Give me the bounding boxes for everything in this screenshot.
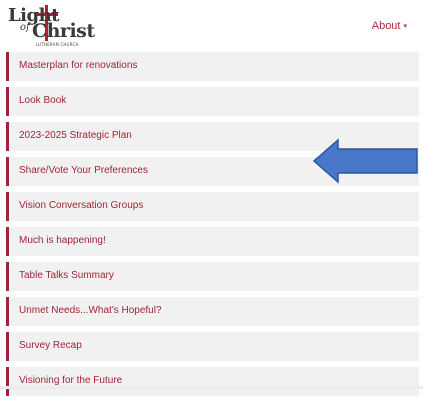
menu-item-label: Much is happening! [19, 235, 106, 246]
menu-item-visioning-future[interactable]: Visioning for the Future [6, 367, 419, 396]
menu-item-label: Look Book [19, 95, 67, 106]
site-header: Light of Christ LUTHERAN CHURCH About ▾ [0, 0, 423, 52]
about-dropdown[interactable]: About ▾ [372, 20, 407, 32]
menu-item-label: Unmet Needs...What's Hopeful? [19, 305, 162, 316]
menu-item-table-talks[interactable]: Table Talks Summary [6, 262, 419, 291]
menu-item-vision-groups[interactable]: Vision Conversation Groups [6, 192, 419, 221]
page-menu-list: Masterplan for renovations Look Book 202… [0, 52, 423, 402]
left-arrow-shape [313, 138, 418, 184]
menu-item-masterplan[interactable]: Masterplan for renovations [6, 52, 419, 81]
menu-item-look-book[interactable]: Look Book [6, 87, 419, 116]
about-label: About [371, 20, 401, 32]
menu-item-label: Table Talks Summary [19, 270, 114, 281]
menu-item-unmet-needs[interactable]: Unmet Needs...What's Hopeful? [6, 297, 419, 326]
church-logo[interactable]: Light of Christ LUTHERAN CHURCH [6, 4, 95, 48]
menu-item-label: Survey Recap [19, 340, 82, 351]
caret-down-icon: ▾ [403, 23, 407, 30]
logo-word-christ: Christ [32, 20, 95, 42]
left-arrow-icon [313, 138, 418, 184]
menu-item-label: 2023-2025 Strategic Plan [19, 130, 132, 141]
menu-item-label: Visioning for the Future [19, 375, 123, 386]
logo-subtitle: LUTHERAN CHURCH [36, 42, 79, 47]
logo-word-of: of [20, 22, 30, 33]
menu-item-much-happening[interactable]: Much is happening! [6, 227, 419, 256]
menu-item-survey-recap[interactable]: Survey Recap [6, 332, 419, 361]
menu-item-label: Share/Vote Your Preferences [19, 165, 148, 176]
menu-item-label: Masterplan for renovations [19, 60, 138, 71]
menu-item-label: Vision Conversation Groups [19, 200, 144, 211]
